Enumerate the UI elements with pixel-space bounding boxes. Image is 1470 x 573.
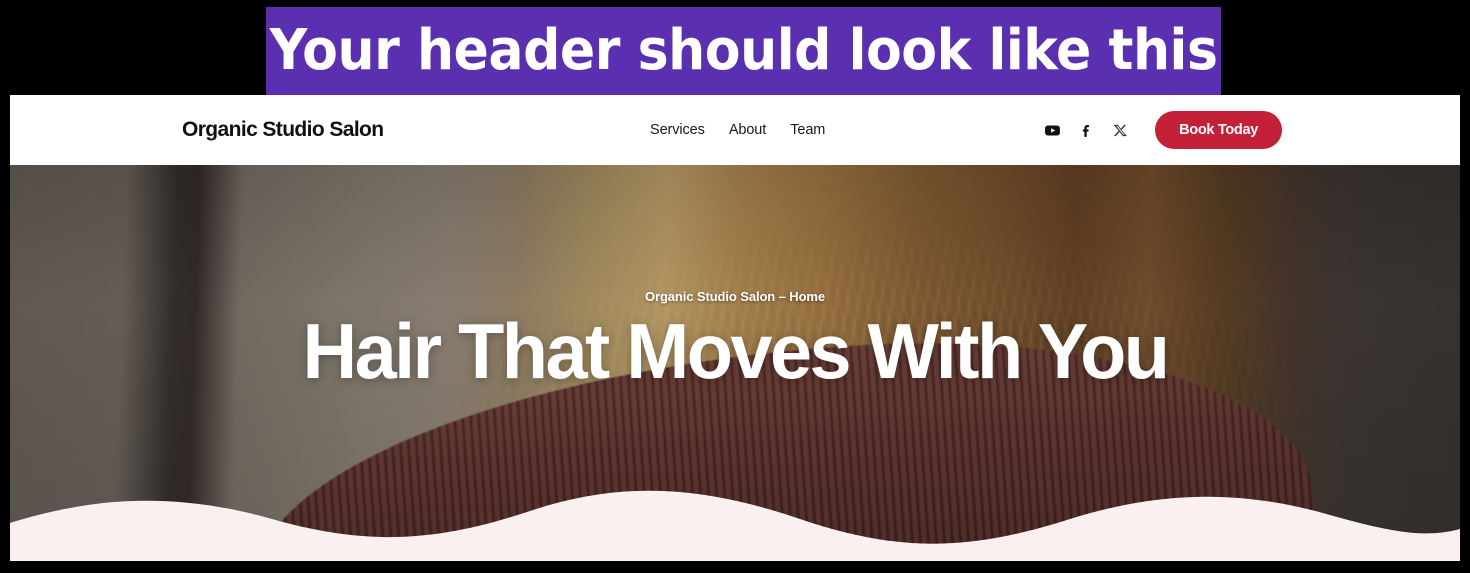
- hero-headline: Hair That Moves With You: [302, 307, 1170, 395]
- book-today-button[interactable]: Book Today: [1155, 111, 1282, 149]
- header-actions: Book Today: [1035, 111, 1282, 149]
- brand-logo[interactable]: Organic Studio Salon: [182, 118, 384, 142]
- hero-content: Organic Studio Salon – Home Hair That Mo…: [10, 289, 1460, 392]
- website-preview-frame: Organic Studio Salon Services About Team: [10, 95, 1460, 561]
- annotation-banner: Your header should look like this: [266, 7, 1221, 95]
- hero-eyebrow: Organic Studio Salon – Home: [644, 289, 826, 304]
- hero-section: Organic Studio Salon – Home Hair That Mo…: [10, 165, 1460, 561]
- wave-divider: [10, 490, 1460, 561]
- nav-item-about[interactable]: About: [729, 122, 767, 138]
- youtube-icon[interactable]: [1035, 115, 1069, 145]
- nav-item-team[interactable]: Team: [790, 122, 825, 138]
- annotation-text: Your header should look like this: [269, 18, 1218, 83]
- site-header: Organic Studio Salon Services About Team: [10, 95, 1460, 165]
- nav-item-services[interactable]: Services: [650, 122, 705, 138]
- screenshot-canvas: Your header should look like this Organi…: [0, 0, 1470, 573]
- facebook-icon[interactable]: [1069, 115, 1103, 145]
- x-twitter-icon[interactable]: [1103, 115, 1137, 145]
- primary-nav: Services About Team: [650, 122, 825, 138]
